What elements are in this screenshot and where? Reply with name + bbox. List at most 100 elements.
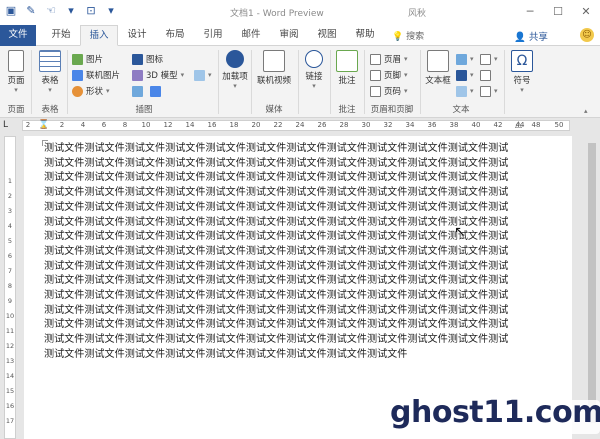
tab-file[interactable]: 文件 [0, 25, 36, 46]
chart-button[interactable] [150, 84, 161, 98]
text-line: 测试文件测试文件测试文件测试文件测试文件测试文件测试文件测试文件测试文件测试文件… [44, 290, 509, 302]
minimize-button[interactable]: ─ [516, 0, 544, 24]
comment-label: 批注 [338, 76, 356, 86]
group-tables-label: 表格 [41, 105, 59, 115]
chevron-down-icon: ▾ [520, 86, 524, 94]
vertical-ruler[interactable]: 1 2 3 4 5 6 7 8 9 10 11 12 13 14 15 16 1… [4, 136, 16, 439]
share-label: 共享 [528, 32, 548, 43]
close-button[interactable]: ✕ [572, 0, 600, 24]
tab-design[interactable]: 设计 [120, 25, 154, 46]
shapes-button[interactable]: 形状 ▾ [72, 84, 110, 98]
text-line: 测试文件测试文件测试文件测试文件测试文件测试文件测试文件测试文件测试文件测试文件… [44, 231, 509, 243]
indent-marker-icon[interactable]: ⌛ [38, 120, 49, 130]
vruler-number: 17 [5, 417, 15, 425]
online-picture-icon [72, 69, 83, 81]
chevron-down-icon: ▾ [404, 55, 408, 63]
comment-button[interactable]: 批注 [334, 50, 360, 86]
preview-icon[interactable]: ⊡ [84, 4, 98, 18]
3d-models-button[interactable]: 3D 模型 ▾ [132, 68, 184, 82]
link-label: 链接 [305, 72, 323, 82]
tab-insert[interactable]: 插入 [80, 25, 118, 46]
text-line: 测试文件测试文件测试文件测试文件测试文件测试文件测试文件测试文件测试文件测试文件… [44, 260, 509, 272]
tab-references[interactable]: 引用 [196, 25, 230, 46]
online-video-button[interactable]: 联机视频 [254, 50, 294, 86]
more-icon[interactable]: ▾ [64, 4, 78, 18]
tab-layout[interactable]: 布局 [158, 25, 192, 46]
document-page[interactable]: 测试文件测试文件测试文件测试文件测试文件测试文件测试文件测试文件测试文件测试文件… [24, 136, 572, 439]
signature-line-button[interactable]: ▾ [480, 52, 498, 66]
vruler-number: 1 [7, 177, 13, 185]
footer-button[interactable]: 页脚 ▾ [370, 68, 408, 82]
tab-selector[interactable]: L [3, 120, 8, 130]
symbol-button[interactable]: Ω 符号 ▾ [510, 50, 534, 94]
group-divider [31, 50, 32, 114]
search-box[interactable]: 💡 搜索 [392, 29, 424, 42]
screenshot-button[interactable]: ▾ [194, 68, 212, 82]
save-icon[interactable]: ▣ [4, 4, 18, 18]
collapse-ribbon-button[interactable]: ▴ [584, 104, 588, 118]
symbol-label: 符号 [513, 76, 531, 86]
picture-button[interactable]: 图片 [72, 52, 103, 66]
group-divider [330, 50, 331, 114]
ruler-number: 48 [531, 121, 541, 129]
online-picture-button[interactable]: 联机图片 [72, 68, 120, 82]
chevron-down-icon: ▾ [470, 55, 474, 63]
object-button[interactable]: ▾ [480, 84, 498, 98]
restore-button[interactable]: ☐ [544, 0, 572, 24]
ruler-number: 38 [449, 121, 459, 129]
picture-label: 图片 [86, 55, 104, 65]
3d-models-label: 3D 模型 [146, 71, 178, 81]
ruler-number: 2 [25, 121, 31, 129]
group-divider [504, 50, 505, 114]
wordart-button[interactable]: ▾ [456, 68, 474, 82]
tab-review[interactable]: 审阅 [272, 25, 306, 46]
text-line: 测试文件测试文件测试文件测试文件测试文件测试文件测试文件测试文件测试文件测试文件… [44, 187, 509, 199]
vruler-number: 8 [7, 282, 13, 290]
chevron-down-icon: ▾ [470, 71, 474, 79]
page-number-button[interactable]: 页码 ▾ [370, 84, 408, 98]
ruler-number: 2 [59, 121, 65, 129]
pages-button[interactable]: 页面 ▾ [4, 50, 28, 94]
icons-button[interactable]: 图标 [132, 52, 163, 66]
share-button[interactable]: 👤 共享 [514, 29, 548, 43]
textbox-button[interactable]: 文本框 [424, 50, 452, 86]
link-button[interactable]: 链接 ▾ [302, 50, 326, 90]
ruler-number: 40 [471, 121, 481, 129]
format-painter-icon[interactable]: ✎ [24, 4, 38, 18]
textbox-label: 文本框 [425, 76, 451, 86]
tab-view[interactable]: 视图 [310, 25, 344, 46]
scrollbar-thumb[interactable] [588, 143, 596, 423]
drop-cap-button[interactable]: ▾ [456, 84, 474, 98]
screenshot-icon [194, 69, 205, 81]
tab-help[interactable]: 帮助 [348, 25, 382, 46]
online-video-label: 联机视频 [256, 76, 291, 86]
table-button[interactable]: 表格 ▾ [36, 50, 64, 94]
date-time-button[interactable] [480, 68, 491, 82]
page-number-label: 页码 [384, 87, 402, 97]
quick-parts-button[interactable]: ▾ [456, 52, 474, 66]
tab-mailings[interactable]: 邮件 [234, 25, 268, 46]
group-header-footer-label: 页眉和页脚 [370, 105, 414, 115]
group-media-label: 媒体 [265, 105, 283, 115]
vertical-scrollbar[interactable] [586, 133, 598, 439]
online-picture-label: 联机图片 [86, 71, 121, 81]
ruler-number: 16 [207, 121, 217, 129]
window-controls: ─ ☐ ✕ [516, 0, 600, 24]
addins-button[interactable]: 加载项 ▾ [222, 50, 248, 90]
touch-mode-icon[interactable]: ☜ [44, 4, 58, 18]
pages-label: 页面 [7, 76, 25, 86]
user-name[interactable]: 风秋 [408, 6, 426, 19]
document-body[interactable]: 测试文件测试文件测试文件测试文件测试文件测试文件测试文件测试文件测试文件测试文件… [44, 142, 544, 363]
ruler-number: 14 [185, 121, 195, 129]
right-indent-marker-icon[interactable]: △ [515, 120, 522, 130]
tab-home[interactable]: 开始 [44, 25, 78, 46]
smiley-feedback-icon[interactable]: ☺ [580, 28, 594, 42]
chart-icon [150, 85, 161, 97]
smartart-button[interactable] [132, 84, 143, 98]
header-button[interactable]: 页眉 ▾ [370, 52, 408, 66]
vruler-number: 15 [5, 387, 15, 395]
title-bar: ▣ ✎ ☜ ▾ ⊡ ▾ 文档1 - Word Preview 风秋 ─ ☐ ✕ [0, 0, 600, 25]
horizontal-ruler[interactable]: ⌛ 2 2 4 6 8 10 12 14 16 18 20 22 24 26 2… [22, 120, 570, 131]
customize-icon[interactable]: ▾ [104, 4, 118, 18]
group-divider [218, 50, 219, 114]
